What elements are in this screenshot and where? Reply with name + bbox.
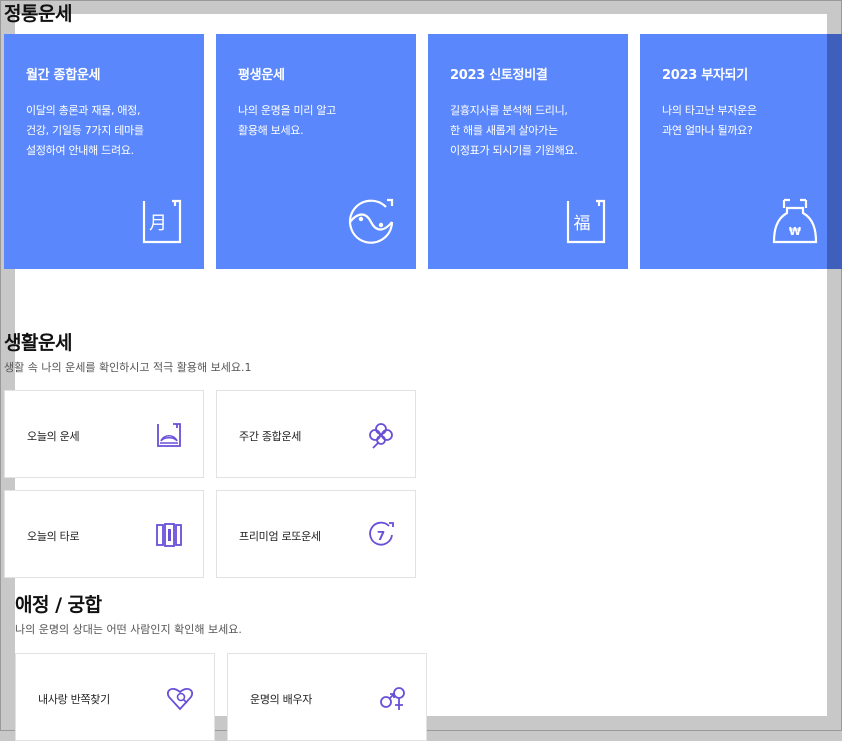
yin-yang-icon [348, 198, 394, 244]
card-find-soulmate[interactable]: 내사랑 반쪽찾기 [15, 653, 215, 741]
card-desc: 길흉지사를 분석해 드리니, 한 해를 새롭게 살아가는 이정표가 되시기를 기… [450, 104, 578, 157]
card-tojeong-2023[interactable]: 2023 신토정비결 길흉지사를 분석해 드리니, 한 해를 새롭게 살아가는 … [428, 34, 628, 269]
card-label: 프리미엄 로또운세 [239, 530, 321, 543]
card-label: 운명의 배우자 [250, 693, 313, 706]
carousel-edge-overlay [827, 34, 842, 269]
card-label: 내사랑 반쪽찾기 [38, 693, 110, 706]
sunrise-icon [157, 423, 181, 447]
tarot-cards-icon [156, 523, 182, 547]
section-title-fortune: 정통운세 [4, 3, 72, 25]
card-today-tarot[interactable]: 오늘의 타로 [4, 490, 204, 578]
card-monthly-fortune[interactable]: 월간 종합운세 이달의 총론과 재물, 애정, 건강, 기일등 7가지 테마를 … [4, 34, 204, 269]
card-title: 평생운세 [238, 68, 285, 83]
heart-search-icon [167, 688, 193, 711]
card-desc: 나의 타고난 부자운은 과연 얼마나 될까요? [662, 104, 757, 137]
card-weekly-fortune[interactable]: 주간 종합운세 [216, 390, 416, 478]
card-today-fortune[interactable]: 오늘의 운세 [4, 390, 204, 478]
card-lifetime-fortune[interactable]: 평생운세 나의 운명을 미리 알고 활용해 보세요. [216, 34, 416, 269]
card-label: 오늘의 타로 [27, 530, 80, 543]
svg-text:月: 月 [149, 213, 167, 234]
section-title-life: 생활운세 [4, 332, 72, 354]
section-title-love: 애정 / 궁합 [15, 594, 102, 616]
section-subtitle-love: 나의 운명의 상대는 어떤 사람인지 확인해 보세요. [15, 623, 242, 636]
card-premium-lotto[interactable]: 프리미엄 로또운세 7 [216, 490, 416, 578]
card-desc: 나의 운명을 미리 알고 활용해 보세요. [238, 104, 336, 137]
card-title: 2023 신토정비결 [450, 68, 548, 83]
lotto-ball-icon: 7 [369, 521, 394, 546]
card-label: 주간 종합운세 [239, 430, 302, 443]
card-title: 월간 종합운세 [26, 68, 101, 83]
money-bag-icon: ₩ [772, 198, 818, 244]
card-desc: 이달의 총론과 재물, 애정, 건강, 기일등 7가지 테마를 설정하여 안내해… [26, 104, 144, 157]
section-subtitle-life: 생활 속 나의 운세를 확인하시고 적극 활용해 보세요.1 [4, 361, 252, 374]
clover-icon [369, 423, 393, 449]
gender-couple-icon [380, 687, 405, 710]
svg-text:福: 福 [574, 214, 591, 234]
fortune-character-icon: 福 [566, 199, 606, 244]
card-label: 오늘의 운세 [27, 430, 80, 443]
card-become-rich-2023[interactable]: 2023 부자되기 나의 타고난 부자운은 과연 얼마나 될까요? ₩ [640, 34, 840, 269]
svg-text:₩: ₩ [789, 225, 801, 238]
card-title: 2023 부자되기 [662, 68, 748, 83]
svg-text:7: 7 [377, 529, 385, 543]
moon-character-icon: 月 [142, 199, 182, 244]
card-destined-spouse[interactable]: 운명의 배우자 [227, 653, 427, 741]
